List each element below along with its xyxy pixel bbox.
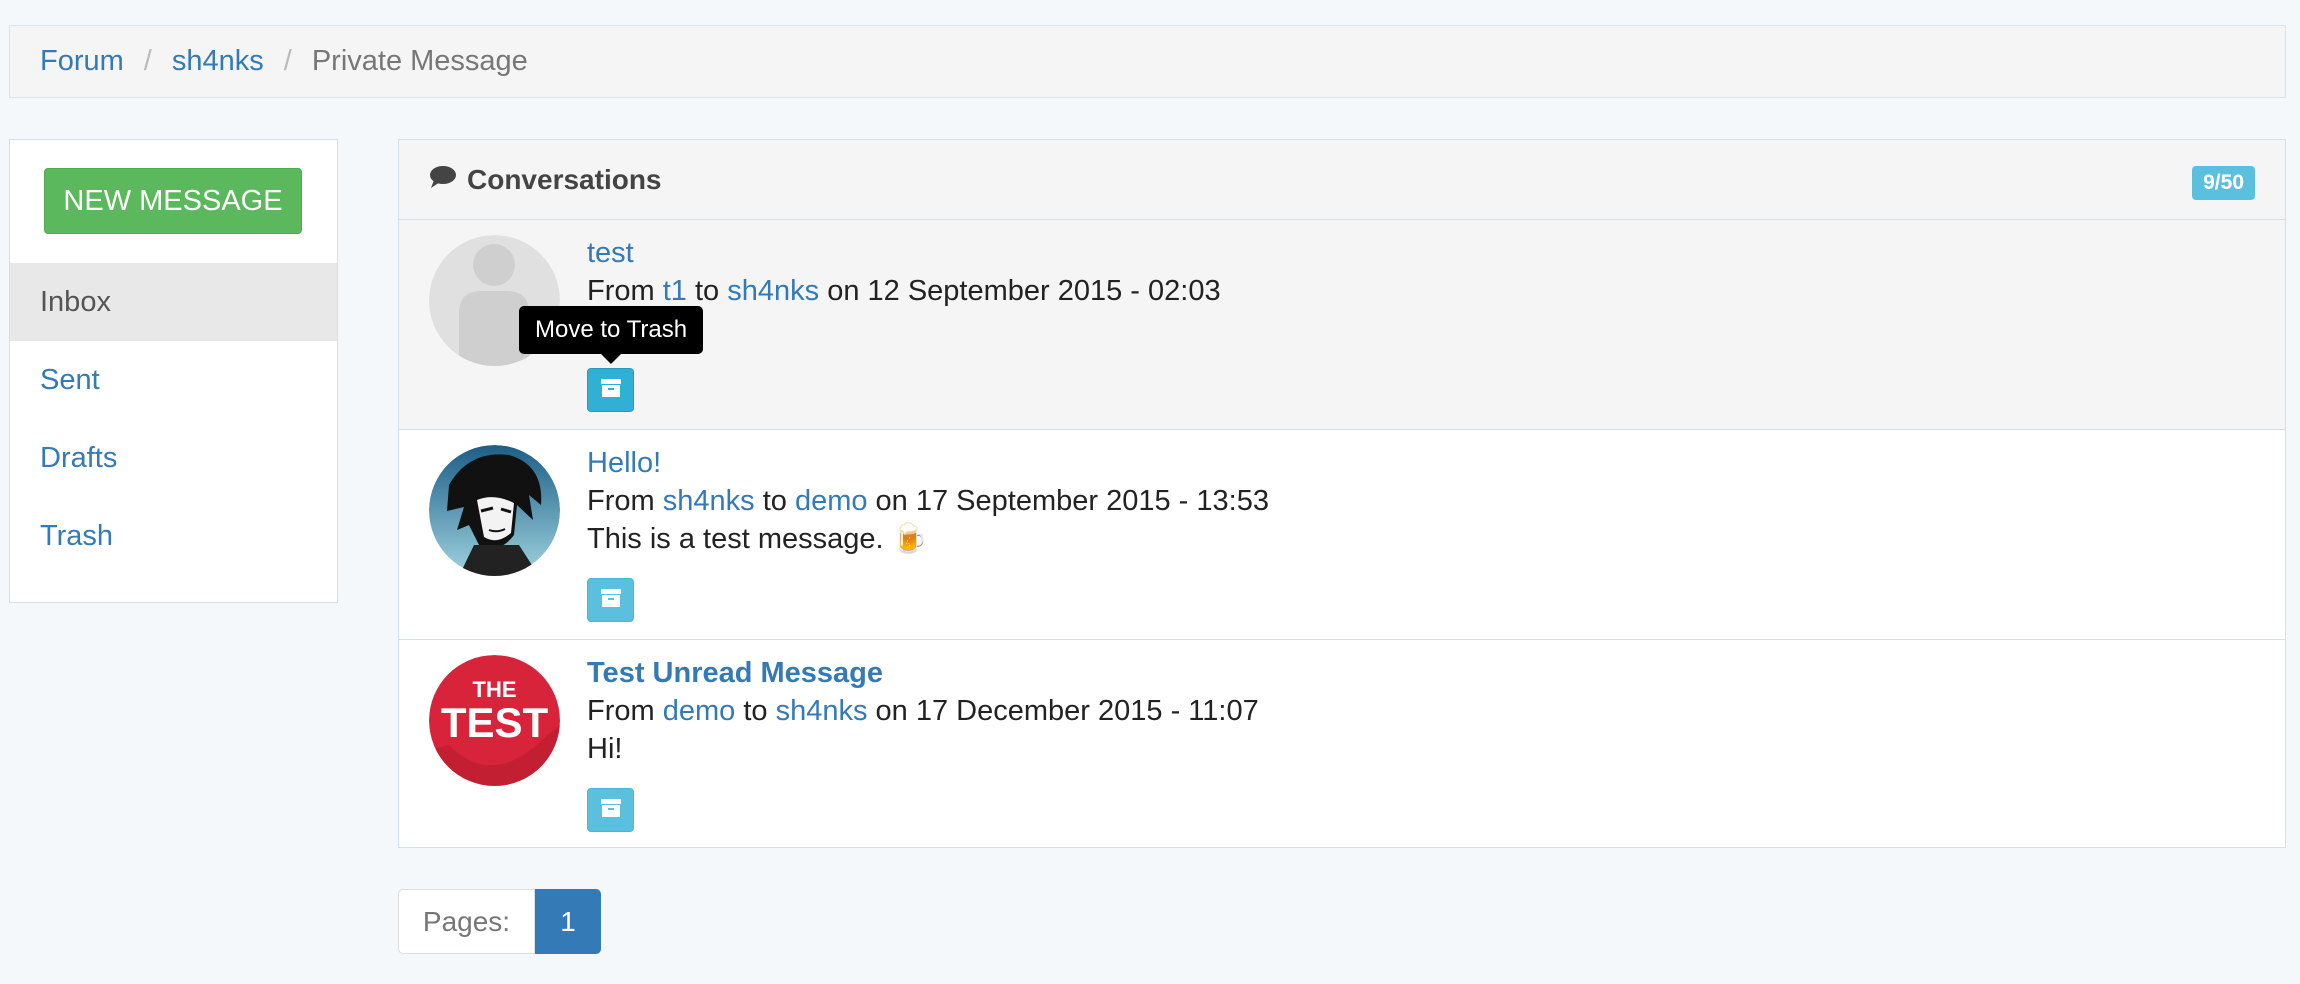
- panel-title: Conversations: [429, 164, 662, 196]
- breadcrumb-separator: /: [143, 45, 152, 77]
- tooltip: Move to Trash: [519, 306, 704, 364]
- to-label: to: [694, 275, 720, 307]
- anime-avatar: [429, 445, 560, 576]
- breadcrumb: Forum / sh4nks / Private Message: [9, 25, 2286, 98]
- from-label: From: [587, 485, 655, 517]
- conversation-subject[interactable]: test: [587, 234, 1221, 272]
- breadcrumb-current: Private Message: [311, 45, 528, 77]
- conversation-subject[interactable]: Hello!: [587, 444, 1269, 482]
- conversation-content: test From t1 to sh4nks on 12 September 2…: [587, 234, 1221, 310]
- page-1-button[interactable]: 1: [535, 889, 601, 954]
- conversation-meta: From sh4nks to demo on 17 September 2015…: [587, 482, 1269, 520]
- sidebar-item-sent[interactable]: Sent: [10, 341, 337, 419]
- logo-text-test: TEST: [441, 699, 549, 746]
- conversation-content: Test Unread Message From demo to sh4nks …: [587, 654, 1259, 768]
- conversation-row: THE TEST Test Unread Message From demo t…: [399, 640, 2285, 850]
- conversation-date: on 17 December 2015 - 11:07: [875, 695, 1259, 727]
- conversation-meta: From t1 to sh4nks on 12 September 2015 -…: [587, 272, 1221, 310]
- conversation-row: Hello! From sh4nks to demo on 17 Septemb…: [399, 430, 2285, 640]
- breadcrumb-forum[interactable]: Forum: [40, 45, 124, 78]
- sender-link[interactable]: sh4nks: [663, 485, 755, 517]
- new-message-button[interactable]: NEW MESSAGE: [44, 168, 302, 234]
- recipient-link[interactable]: sh4nks: [776, 695, 868, 727]
- recipient-link[interactable]: demo: [795, 485, 868, 517]
- sender-link[interactable]: demo: [663, 695, 736, 727]
- conversations-panel: Conversations 9/50 test From t1 to sh4nk…: [398, 139, 2286, 848]
- from-label: From: [587, 695, 655, 727]
- pagination: Pages: 1: [398, 889, 601, 954]
- conversation-date: on 12 September 2015 - 02:03: [827, 275, 1221, 307]
- conversation-content: Hello! From sh4nks to demo on 17 Septemb…: [587, 444, 1269, 558]
- from-label: From: [587, 275, 655, 307]
- pages-label: Pages:: [398, 889, 535, 954]
- archive-icon: [600, 798, 622, 823]
- archive-icon: [600, 588, 622, 613]
- sidebar-item-drafts[interactable]: Drafts: [10, 419, 337, 497]
- sender-link[interactable]: t1: [663, 275, 687, 307]
- sidebar-item-inbox[interactable]: Inbox: [10, 263, 337, 341]
- conversation-preview: Hi!: [587, 733, 623, 765]
- to-label: to: [743, 695, 768, 727]
- breadcrumb-separator: /: [283, 45, 292, 77]
- move-to-trash-button[interactable]: [587, 578, 634, 622]
- to-label: to: [762, 485, 787, 517]
- message-sidebar: NEW MESSAGE Inbox Sent Drafts Trash: [9, 139, 338, 603]
- folder-nav: Inbox Sent Drafts Trash: [10, 263, 337, 575]
- breadcrumb-user[interactable]: sh4nks: [172, 45, 264, 78]
- move-to-trash-button[interactable]: [587, 788, 634, 832]
- recipient-link[interactable]: sh4nks: [727, 275, 819, 307]
- conversation-row: test From t1 to sh4nks on 12 September 2…: [399, 220, 2285, 430]
- conversation-meta: From demo to sh4nks on 17 December 2015 …: [587, 692, 1259, 730]
- conversation-date: on 17 September 2015 - 13:53: [875, 485, 1269, 517]
- move-to-trash-button[interactable]: [587, 368, 634, 412]
- message-count-badge: 9/50: [2192, 166, 2255, 200]
- archive-icon: [600, 378, 622, 403]
- panel-header: Conversations 9/50: [399, 140, 2285, 220]
- the-test-logo: THE TEST: [429, 655, 560, 786]
- comment-icon: [429, 164, 457, 196]
- conversation-preview: This is a test message. 🍺: [587, 523, 928, 555]
- conversation-subject[interactable]: Test Unread Message: [587, 654, 1259, 692]
- panel-title-text: Conversations: [467, 163, 662, 195]
- sidebar-item-trash[interactable]: Trash: [10, 497, 337, 575]
